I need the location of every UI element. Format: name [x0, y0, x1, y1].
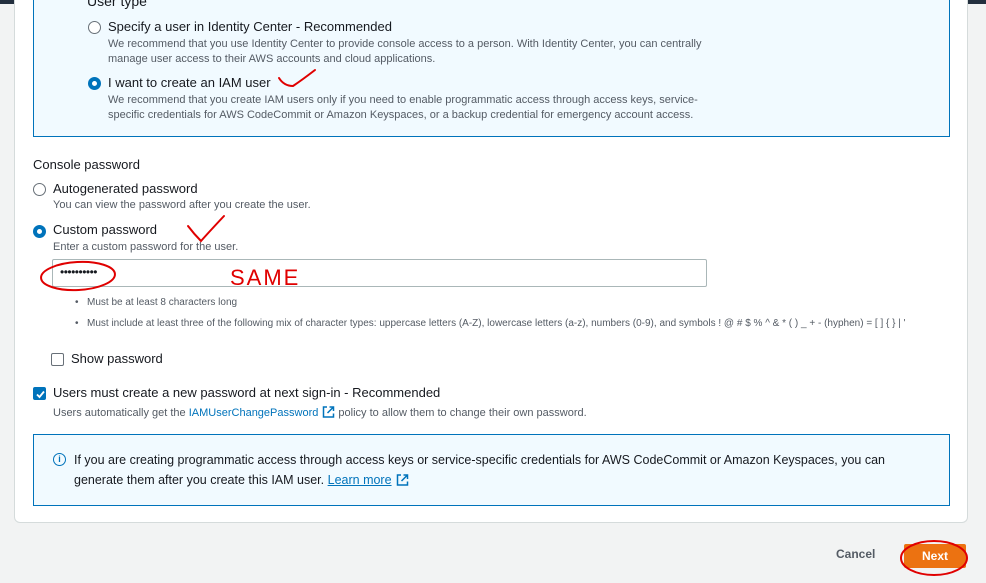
console-password-title: Console password — [33, 157, 140, 172]
password-rule: Must be at least 8 characters long — [75, 296, 910, 309]
learn-more-link[interactable]: Learn more — [328, 473, 392, 487]
custom-password-input[interactable]: •••••••••• — [52, 259, 707, 287]
iam-user-description: We recommend that you create IAM users o… — [108, 94, 698, 121]
custom-password-description: Enter a custom password for the user. — [53, 241, 239, 253]
custom-password-label: Custom password — [53, 222, 158, 237]
external-link-icon — [396, 474, 408, 486]
iam-user-change-password-link[interactable]: IAMUserChangePassword — [189, 407, 319, 419]
reset-password-label: Users must create a new password at next… — [53, 385, 441, 400]
info-icon: i — [53, 453, 66, 466]
password-masked-value: •••••••••• — [60, 265, 98, 279]
identity-center-label: Specify a user in Identity Center - Reco… — [108, 19, 392, 34]
autogenerated-password-radio[interactable] — [33, 183, 46, 196]
cancel-button[interactable]: Cancel — [830, 546, 881, 562]
next-button[interactable]: Next — [904, 544, 966, 568]
autogenerated-password-label: Autogenerated password — [53, 181, 198, 196]
iam-user-label: I want to create an IAM user — [108, 75, 271, 90]
checkmark-icon — [36, 390, 45, 399]
external-link-icon — [323, 406, 335, 418]
custom-password-radio[interactable] — [33, 225, 46, 238]
identity-center-radio[interactable] — [88, 21, 101, 34]
show-password-checkbox[interactable] — [51, 353, 64, 366]
autogenerated-password-description: You can view the password after you crea… — [53, 199, 311, 211]
identity-center-description: We recommend that you use Identity Cente… — [108, 38, 702, 65]
info-message: If you are creating programmatic access … — [74, 453, 885, 487]
show-password-label: Show password — [71, 351, 163, 366]
reset-desc-prefix: Users automatically get the — [53, 407, 186, 419]
password-rule: Must include at least three of the follo… — [75, 317, 910, 330]
iam-user-radio[interactable] — [88, 77, 101, 90]
reset-password-checkbox[interactable] — [33, 387, 46, 400]
reset-desc-suffix: policy to allow them to change their own… — [338, 407, 587, 419]
info-text: If you are creating programmatic access … — [74, 450, 934, 490]
user-type-title: User type — [87, 0, 147, 9]
reset-password-description: Users automatically get the IAMUserChang… — [53, 406, 587, 421]
password-requirements: Must be at least 8 characters long Must … — [75, 296, 910, 338]
